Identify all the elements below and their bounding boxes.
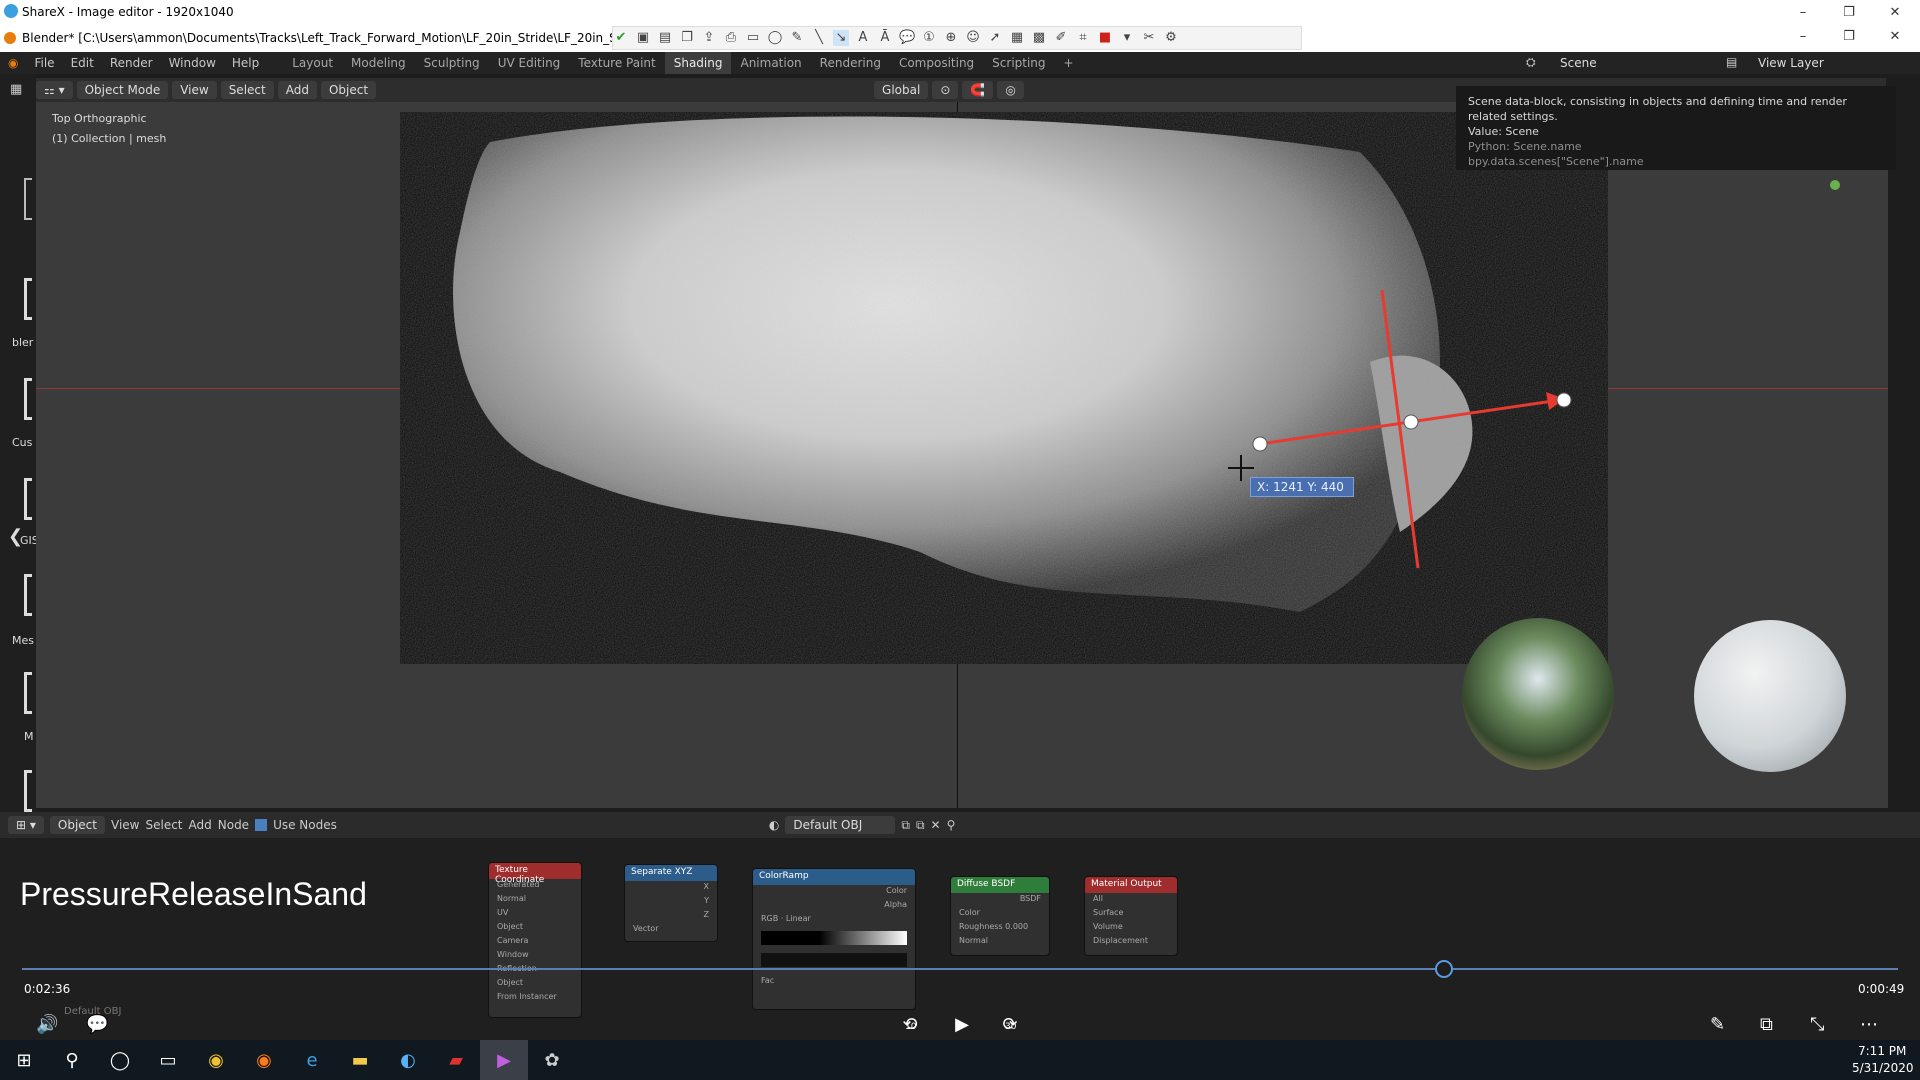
from-instancer-checkbox[interactable]: From Instancer — [489, 991, 581, 1005]
node-title: ColorRamp — [753, 869, 915, 885]
clock-date[interactable]: 5/31/2020 — [1852, 1061, 1914, 1075]
use-nodes-checkbox[interactable] — [255, 819, 268, 831]
roughness-field[interactable]: Roughness 0.000 — [951, 921, 1049, 935]
more-options-icon[interactable]: ⋯ — [1860, 1014, 1878, 1035]
material-new-icon[interactable]: ⧉ — [916, 818, 925, 833]
node-socket-label: Color — [959, 908, 980, 917]
node-title: Texture Coordinate — [489, 863, 581, 885]
node-title: Separate XYZ — [625, 865, 717, 881]
video-scrubber-track[interactable] — [22, 968, 1898, 970]
node-title: Diffuse BSDF — [951, 877, 1049, 893]
separate-xyz-node[interactable]: Separate XYZ X Y Z Vector — [624, 864, 718, 942]
file-explorer-icon[interactable]: ▬ — [336, 1040, 384, 1080]
arrow-start-handle[interactable] — [1252, 436, 1268, 452]
node-socket-label: Object — [497, 922, 524, 931]
node-socket-label: Generated — [497, 880, 540, 889]
material-fake-user-icon[interactable]: ⧉ — [901, 818, 910, 833]
node-socket-label: Volume — [1093, 922, 1123, 931]
tooltip-description: Scene data-block, consisting in objects … — [1468, 95, 1847, 123]
diffuse-bsdf-node[interactable]: Diffuse BSDF BSDF Color Roughness 0.000 … — [950, 876, 1050, 956]
color-ramp-node[interactable]: ColorRamp Color Alpha RGB · Linear Fac — [752, 868, 916, 1010]
color-ramp-gradient[interactable] — [761, 931, 907, 945]
node-socket-label: Color — [886, 886, 907, 895]
node-socket-label: Displacement — [1093, 936, 1148, 945]
node-socket-label: Camera — [497, 936, 529, 945]
volume-icon[interactable]: 🔊 — [36, 1014, 58, 1035]
app-red-icon[interactable]: ▰ — [432, 1040, 480, 1080]
node-view-menu[interactable]: View — [111, 818, 139, 832]
node-socket-label: Window — [497, 950, 529, 959]
mini-view-icon[interactable]: ⧉ — [1760, 1014, 1773, 1035]
play-button[interactable]: ▶ — [950, 1014, 974, 1035]
captions-icon[interactable]: 💬 — [86, 1014, 108, 1035]
exit-fullscreen-icon[interactable]: ⤡ — [1810, 1014, 1824, 1035]
target-dropdown[interactable]: All — [1085, 893, 1177, 907]
material-pin-icon[interactable]: ⚲ — [947, 818, 956, 832]
firefox-icon[interactable]: ◉ — [240, 1040, 288, 1080]
node-editor-header: ⊞ ▾ Object View Select Add Node Use Node… — [0, 812, 1920, 838]
elapsed-time: 0:02:36 — [24, 982, 71, 996]
cursor-coordinate-readout: X: 1241 Y: 440 — [1250, 477, 1354, 497]
tooltip-value: Value: Scene — [1468, 125, 1539, 138]
material-selector[interactable]: Default OBJ — [785, 816, 896, 834]
node-socket-label: Normal — [497, 894, 526, 903]
material-unlink-icon[interactable]: ✕ — [931, 818, 941, 832]
hdri-sphere-preview — [1462, 618, 1614, 770]
object-field[interactable]: Object — [489, 977, 581, 991]
edge-icon[interactable]: e — [288, 1040, 336, 1080]
node-socket-label: X — [703, 882, 709, 891]
tooltip-python-path: bpy.data.scenes["Scene"].name — [1468, 155, 1644, 168]
node-editor-type-button[interactable]: ⊞ ▾ — [8, 816, 44, 834]
node-socket-label: Surface — [1093, 908, 1124, 917]
diffuse-sphere-preview — [1694, 620, 1846, 772]
edit-pencil-icon[interactable]: ✎ — [1710, 1014, 1725, 1035]
node-socket-label: Vector — [633, 924, 659, 933]
material-output-node[interactable]: Material Output All Surface Volume Displ… — [1084, 876, 1178, 956]
ramp-mode-row: RGB · Linear — [761, 914, 811, 923]
app-moon-icon[interactable]: ◐ — [384, 1040, 432, 1080]
cortana-icon[interactable]: ◯ — [96, 1040, 144, 1080]
task-view-icon[interactable]: ▭ — [144, 1040, 192, 1080]
node-editor[interactable]: Texture Coordinate Generated Normal UV O… — [0, 838, 1920, 1042]
node-node-menu[interactable]: Node — [218, 818, 249, 832]
node-socket-label: Y — [704, 896, 709, 905]
material-icon[interactable]: ◐ — [769, 818, 779, 832]
search-icon[interactable]: ⚲ — [48, 1040, 96, 1080]
video-player-icon[interactable]: ▶ — [480, 1040, 528, 1080]
node-socket-label: Fac — [761, 976, 775, 985]
color-mode-dropdown[interactable]: RGB — [761, 914, 778, 923]
node-socket-label: UV — [497, 908, 509, 917]
scene-tooltip: Scene data-block, consisting in objects … — [1456, 86, 1896, 170]
arrow-end-handle[interactable] — [1556, 392, 1572, 408]
node-socket-label: Alpha — [884, 900, 907, 909]
shader-type-dropdown[interactable]: Object — [49, 816, 105, 834]
arrow-mid-handle[interactable] — [1403, 414, 1419, 430]
tooltip-python: Python: Scene.name — [1468, 140, 1582, 153]
rewind-seconds-label: 10 — [905, 1022, 917, 1032]
use-nodes-label: Use Nodes — [273, 818, 337, 832]
node-socket-label: Normal — [959, 936, 988, 945]
windows-taskbar: ⊞ ⚲ ◯ ▭ ◉ ◉ e ▬ ◐ ▰ ▶ ✿ 7:11 PM 5/31/202… — [0, 1040, 1920, 1080]
node-title: Material Output — [1085, 877, 1177, 893]
forward-seconds-label: 30 — [1005, 1022, 1017, 1032]
node-socket-label: Z — [703, 910, 709, 919]
node-socket-label: BSDF — [1019, 894, 1041, 903]
node-select-menu[interactable]: Select — [145, 818, 182, 832]
node-add-menu[interactable]: Add — [189, 818, 212, 832]
video-scrubber-handle[interactable] — [1435, 960, 1453, 978]
texture-coordinate-node[interactable]: Texture Coordinate Generated Normal UV O… — [488, 862, 582, 1018]
clock-time[interactable]: 7:11 PM — [1858, 1044, 1906, 1058]
chrome-icon[interactable]: ◉ — [192, 1040, 240, 1080]
node-socket-label: Reflection — [489, 963, 581, 977]
gimp-icon[interactable]: ✿ — [528, 1040, 576, 1080]
interpolation-dropdown[interactable]: Linear — [786, 914, 811, 923]
remaining-time: 0:00:49 — [1858, 982, 1905, 996]
video-title: PressureReleaseInSand — [20, 876, 367, 912]
windows-start-icon[interactable]: ⊞ — [0, 1040, 48, 1080]
ramp-color-swatch[interactable] — [761, 953, 907, 967]
